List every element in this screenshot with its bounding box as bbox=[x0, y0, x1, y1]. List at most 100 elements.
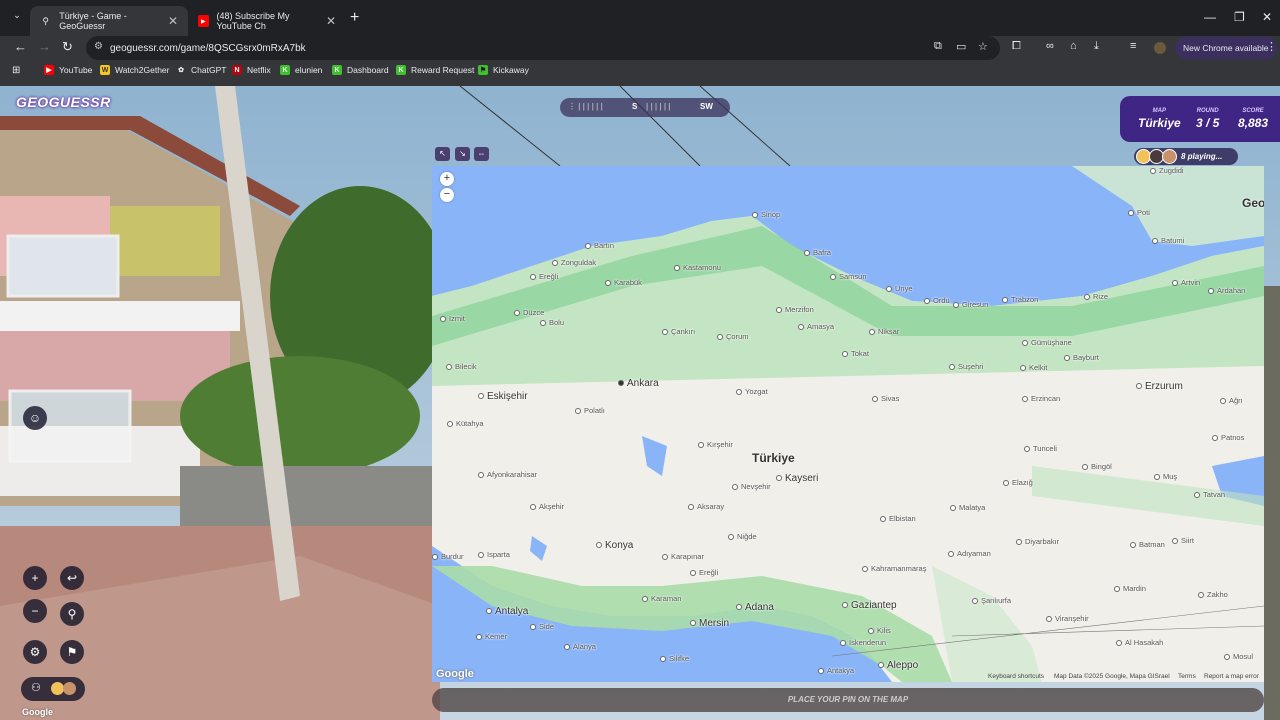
close-icon[interactable]: ✕ bbox=[326, 14, 336, 28]
settings-gear-icon[interactable]: ⚙ bbox=[23, 640, 47, 664]
back-icon[interactable]: ← bbox=[14, 39, 27, 54]
guess-map[interactable]: + − Türkiye Geo Sinop Bartın Zonguldak E… bbox=[432, 166, 1264, 682]
city-label: Erzurum bbox=[1136, 381, 1183, 392]
map-collapse-icon[interactable]: ↖ bbox=[435, 147, 450, 161]
report-error-link[interactable]: Report a map error bbox=[1204, 673, 1259, 680]
city-label: Bingöl bbox=[1082, 462, 1112, 471]
link-icon[interactable]: ∞ bbox=[1046, 40, 1054, 52]
tab-strip: ⌄ ⚲ Türkiye - Game - GeoGuessr ✕ ▶ (48) … bbox=[0, 0, 1280, 36]
city-label: Antakya bbox=[818, 666, 854, 675]
city-label: Unye bbox=[886, 284, 913, 293]
city-label: Niğde bbox=[728, 532, 757, 541]
city-label: Bilecik bbox=[446, 362, 477, 371]
youtube-icon: ▶ bbox=[44, 65, 54, 75]
city-label: Siirt bbox=[1172, 536, 1194, 545]
city-label: Patnos bbox=[1212, 433, 1244, 442]
forward-icon[interactable]: → bbox=[38, 39, 51, 54]
city-label: Zonguldak bbox=[552, 258, 596, 267]
download-icon[interactable]: ⤓ bbox=[1094, 40, 1099, 53]
city-label: Aksaray bbox=[688, 502, 724, 511]
geoguessr-logo[interactable]: GEOGUESSR bbox=[16, 94, 111, 110]
city-label: Bolu bbox=[540, 318, 564, 327]
zoom-out-button[interactable]: − bbox=[23, 599, 47, 623]
map-zoom-out[interactable]: − bbox=[440, 188, 454, 202]
city-label: Kütahya bbox=[447, 419, 484, 428]
players-indicator[interactable]: 8 playing... bbox=[1134, 148, 1238, 165]
zoom-in-button[interactable]: + bbox=[23, 566, 47, 590]
netflix-icon: N bbox=[232, 65, 242, 75]
city-label: Şanlıurfa bbox=[972, 596, 1011, 605]
bookmark-label: Reward Request bbox=[411, 65, 475, 75]
tab-geoguessr[interactable]: ⚲ Türkiye - Game - GeoGuessr ✕ bbox=[30, 6, 188, 36]
city-label: Nevşehir bbox=[732, 482, 771, 491]
playing-count: 8 playing... bbox=[1181, 152, 1223, 161]
city-label: Zugdidi bbox=[1150, 166, 1184, 175]
city-label: Poti bbox=[1128, 208, 1150, 217]
bookmark-watch2gether[interactable]: W Watch2Gether bbox=[100, 65, 170, 75]
minimize-icon[interactable]: — bbox=[1204, 10, 1216, 24]
close-window-icon[interactable]: ✕ bbox=[1262, 10, 1272, 24]
city-label: Ankara bbox=[618, 378, 659, 389]
pin-location-icon[interactable]: ☺ bbox=[23, 406, 47, 430]
new-chrome-button[interactable]: New Chrome available bbox=[1175, 37, 1277, 59]
avatar bbox=[63, 682, 76, 695]
bookmark-dashboard[interactable]: K Dashboard bbox=[332, 65, 389, 75]
place-pin-button[interactable]: PLACE YOUR PIN ON THE MAP bbox=[432, 688, 1264, 712]
keyboard-shortcuts-link[interactable]: Keyboard shortcuts bbox=[988, 673, 1044, 680]
return-to-start-icon[interactable]: ⚲ bbox=[60, 602, 84, 626]
tab-youtube[interactable]: ▶ (48) Subscribe My YouTube Ch ✕ bbox=[188, 6, 346, 36]
location-pin-icon: ⚲ bbox=[42, 15, 49, 26]
url-text: geoguessr.com/game/8QSCGsrx0mRxA7bk bbox=[110, 42, 306, 54]
youtube-icon: ▶ bbox=[198, 15, 209, 27]
restore-icon[interactable]: ❐ bbox=[1234, 10, 1245, 24]
tab-title: (48) Subscribe My YouTube Ch bbox=[216, 11, 290, 31]
bookmark-label: YouTube bbox=[59, 65, 93, 75]
city-label: Ağrı bbox=[1220, 396, 1243, 405]
map-zoom-in[interactable]: + bbox=[440, 172, 454, 186]
kick-icon: K bbox=[332, 65, 342, 75]
city-label: Eskişehir bbox=[478, 391, 528, 402]
site-info-icon[interactable]: ⚙ bbox=[94, 41, 103, 52]
city-label: Al Hasakah bbox=[1116, 638, 1163, 647]
bookmark-reward-request[interactable]: K Reward Request bbox=[396, 65, 474, 75]
profile-avatar[interactable] bbox=[1154, 42, 1166, 54]
city-label: Sivas bbox=[872, 394, 899, 403]
city-label: Gaziantep bbox=[842, 600, 897, 611]
map-expand-icon[interactable]: ↘ bbox=[455, 147, 470, 161]
city-label: Niksar bbox=[869, 327, 899, 336]
media-icon[interactable]: ≡ bbox=[1130, 40, 1136, 52]
card-icon[interactable]: ▭ bbox=[956, 40, 966, 53]
bookmark-chatgpt[interactable]: ✿ ChatGPT bbox=[176, 65, 226, 75]
tab-search-button[interactable]: ⌄ bbox=[8, 10, 26, 26]
new-chrome-label: New Chrome available bbox=[1183, 43, 1269, 53]
bookmark-youtube[interactable]: ▶ YouTube bbox=[44, 65, 92, 75]
terms-link[interactable]: Terms bbox=[1178, 673, 1196, 680]
bookmark-star-icon[interactable]: ☆ bbox=[978, 40, 988, 53]
install-icon[interactable]: ⧉ bbox=[934, 40, 942, 53]
new-tab-button[interactable]: + bbox=[350, 9, 359, 27]
city-label: Amasya bbox=[798, 322, 834, 331]
city-label: Burdur bbox=[432, 552, 464, 561]
menu-icon[interactable]: ⋮ bbox=[1266, 40, 1277, 53]
extensions-icon[interactable]: ⧠ bbox=[1012, 40, 1021, 53]
city-label: Elazığ bbox=[1003, 478, 1033, 487]
undo-button[interactable]: ↩ bbox=[60, 566, 84, 590]
city-label: Malatya bbox=[950, 503, 985, 512]
map-value: Türkiye bbox=[1138, 116, 1181, 130]
map-country-label: Türkiye bbox=[752, 451, 795, 465]
extension-icon[interactable]: ⌂ bbox=[1070, 40, 1077, 52]
map-pin-toggle-icon[interactable]: ⇔ bbox=[474, 147, 489, 161]
close-icon[interactable]: ✕ bbox=[168, 14, 178, 28]
reload-icon[interactable]: ↻ bbox=[62, 39, 73, 55]
apps-grid-icon[interactable]: ⊞ bbox=[12, 65, 20, 76]
bookmark-kickaway[interactable]: ⚑ Kickaway bbox=[478, 65, 529, 75]
address-bar[interactable]: ⚙ geoguessr.com/game/8QSCGsrx0mRxA7bk ⧉ … bbox=[86, 36, 1000, 60]
bookmark-elunien[interactable]: Kelunien bbox=[280, 65, 322, 75]
city-label: Side bbox=[530, 622, 554, 631]
players-button[interactable]: ⚇ bbox=[21, 677, 85, 701]
bookmark-label: Watch2Gether bbox=[115, 65, 170, 75]
game-status-panel: MAP Türkiye ROUND 3 / 5 SCORE 8,883 bbox=[1120, 96, 1280, 142]
bookmark-netflix[interactable]: N Netflix bbox=[232, 65, 271, 75]
flag-icon[interactable]: ⚑ bbox=[60, 640, 84, 664]
city-label: Isparta bbox=[478, 550, 510, 559]
